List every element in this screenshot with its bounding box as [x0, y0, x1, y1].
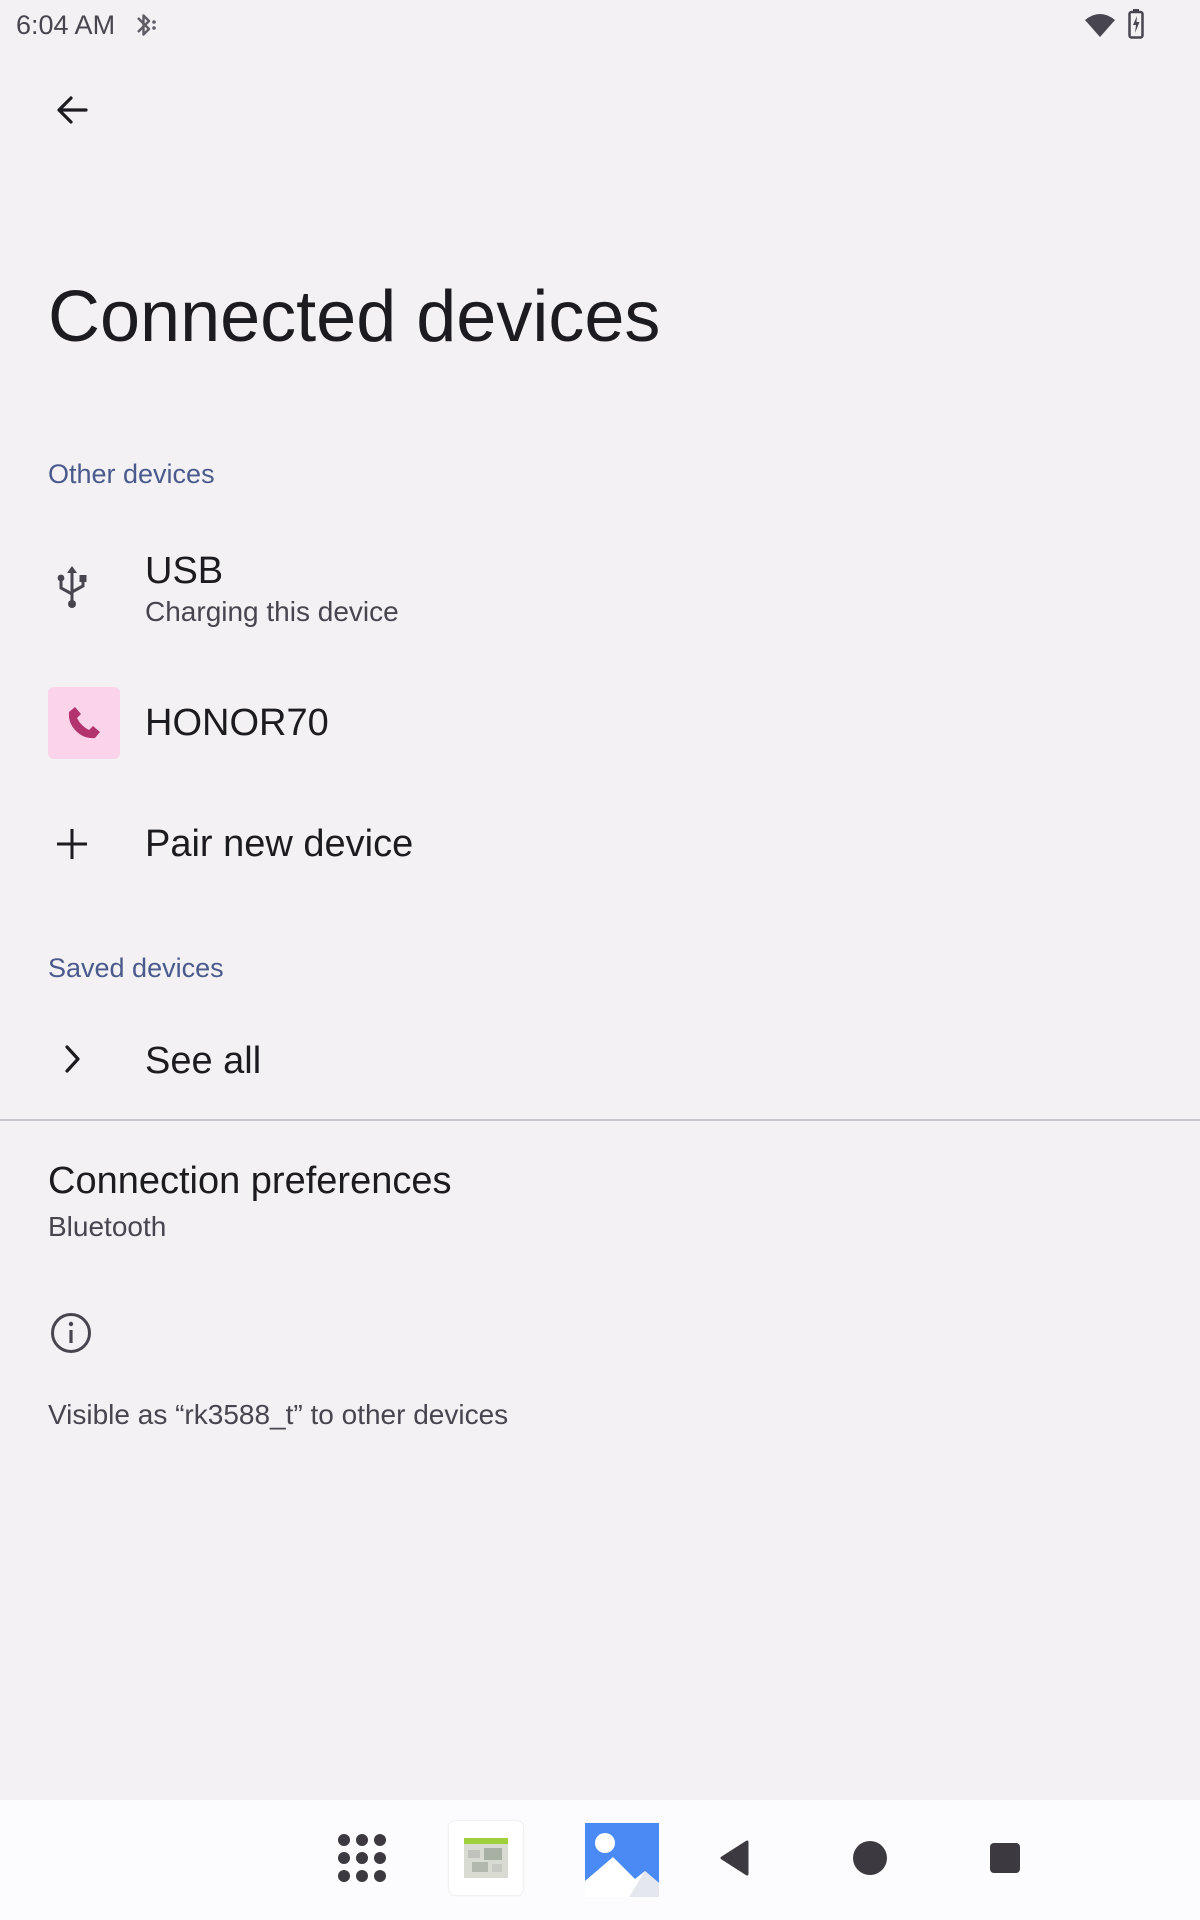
pair-new-device-title: Pair new device — [145, 823, 414, 865]
pair-new-device-row[interactable]: Pair new device — [0, 795, 1200, 895]
apps-grid-icon[interactable] — [325, 1821, 399, 1895]
bluetooth-icon — [134, 10, 160, 40]
wifi-icon — [1084, 12, 1116, 38]
arrow-back-icon — [54, 92, 90, 133]
honor70-row[interactable]: HONOR70 — [0, 675, 1200, 775]
nav-home-icon[interactable] — [848, 1836, 892, 1880]
section-header-other-devices: Other devices — [48, 459, 215, 489]
see-all-title: See all — [145, 1040, 262, 1082]
usb-icon — [47, 560, 97, 614]
usb-title: USB — [145, 550, 224, 592]
info-icon — [48, 1310, 94, 1356]
plus-icon — [47, 819, 97, 869]
usb-row[interactable]: USB Charging this device — [0, 530, 1200, 650]
usb-subtitle: Charging this device — [145, 596, 399, 627]
chevron-right-icon — [52, 1034, 92, 1084]
honor70-title: HONOR70 — [145, 702, 329, 744]
back-button[interactable] — [36, 80, 108, 144]
navigation-bar — [0, 1800, 1200, 1920]
nav-back-icon[interactable] — [714, 1830, 754, 1886]
connection-preferences-row[interactable]: Connection preferences Bluetooth — [0, 1158, 1200, 1258]
visible-as-text: Visible as “rk3588_t” to other devices — [48, 1399, 509, 1430]
see-all-row[interactable]: See all — [0, 1012, 1200, 1112]
page-title: Connected devices — [48, 277, 661, 357]
nav-recents-icon[interactable] — [984, 1837, 1026, 1879]
section-header-saved-devices: Saved devices — [48, 953, 224, 983]
connection-preferences-title: Connection preferences — [48, 1160, 452, 1202]
divider — [0, 1119, 1200, 1121]
battery-charging-icon — [1128, 9, 1144, 39]
phone-icon — [48, 687, 120, 759]
app-thumbnail-icon[interactable] — [449, 1821, 523, 1895]
gallery-icon[interactable] — [584, 1822, 660, 1898]
connection-preferences-subtitle: Bluetooth — [48, 1211, 167, 1242]
status-time: 6:04 AM — [16, 10, 116, 40]
